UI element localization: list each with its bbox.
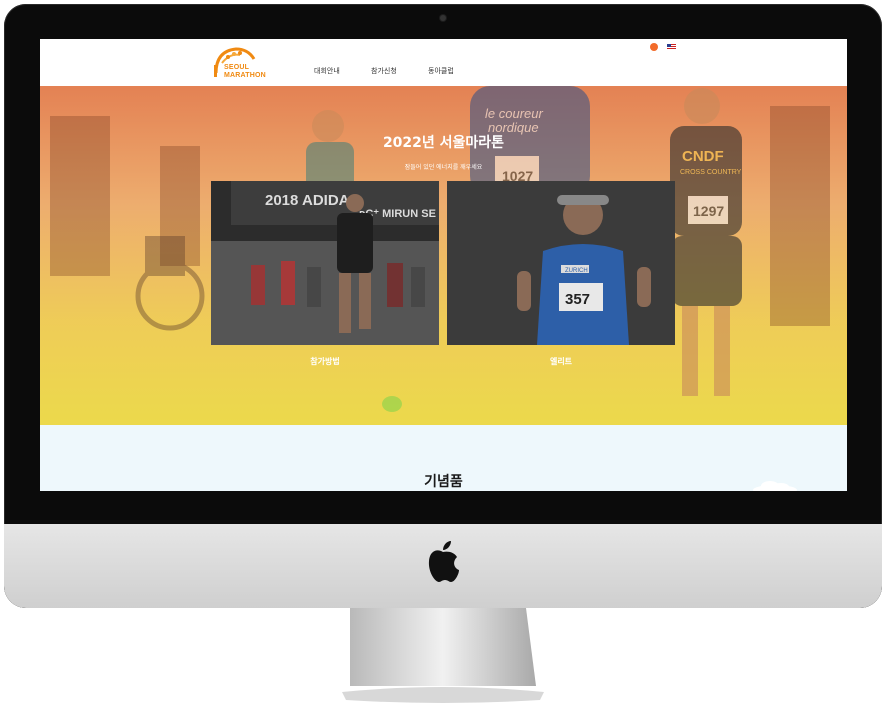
svg-text:2018 ADIDAS: 2018 ADIDAS bbox=[265, 192, 359, 209]
hero-subtitle: 잠들어 있던 에너지를 깨우세요 bbox=[404, 164, 483, 171]
card-how-to-join-label[interactable]: 참가방법 bbox=[211, 356, 439, 367]
nav-item-donga-club[interactable]: 동아클럽 bbox=[428, 66, 454, 76]
section-title: 기념품 bbox=[424, 474, 463, 490]
nav-item-race-info[interactable]: 대회안내 bbox=[314, 66, 340, 76]
logo-text-line2: MARATHON bbox=[224, 72, 266, 79]
monitor-stand bbox=[342, 608, 544, 703]
logo-text-line1: SEOUL bbox=[224, 64, 250, 71]
svg-text:ZURICH: ZURICH bbox=[565, 268, 588, 274]
card-how-to-join[interactable]: 2018 ADIDAS ᴅC⁺ MIRUN SE bbox=[211, 181, 439, 345]
card-elite-label[interactable]: 엘리트 bbox=[447, 356, 675, 367]
card-elite-photo: ZURICH 357 bbox=[447, 181, 675, 345]
card-elite[interactable]: ZURICH 357 bbox=[447, 181, 675, 345]
nav-item-registration[interactable]: 참가신청 bbox=[371, 66, 397, 76]
korean-language-icon[interactable] bbox=[650, 43, 658, 51]
card-how-to-join-photo: 2018 ADIDAS ᴅC⁺ MIRUN SE bbox=[211, 181, 439, 345]
cloud-decoration bbox=[753, 481, 797, 491]
site-header: SEOUL MARATHON 대회안내 참가신청 동아클럽 bbox=[40, 39, 847, 86]
svg-text:357: 357 bbox=[565, 291, 590, 308]
souvenir-section: 기념품 bbox=[40, 425, 847, 491]
us-flag-icon[interactable] bbox=[667, 44, 676, 50]
svg-text:1297: 1297 bbox=[693, 203, 724, 219]
runner-shirt-text: le coureur bbox=[485, 106, 543, 121]
hero-banner: le coureur nordique 1027 CNDF CROSS COUN… bbox=[40, 86, 847, 425]
hero-title: 2022년 서울마라톤 bbox=[382, 135, 505, 151]
apple-logo-icon bbox=[428, 541, 459, 582]
logo-text: SEOUL MARATHON bbox=[224, 64, 266, 80]
webcam bbox=[440, 15, 446, 21]
browser-screen: SEOUL MARATHON 대회안내 참가신청 동아클럽 le coureur… bbox=[40, 39, 847, 491]
